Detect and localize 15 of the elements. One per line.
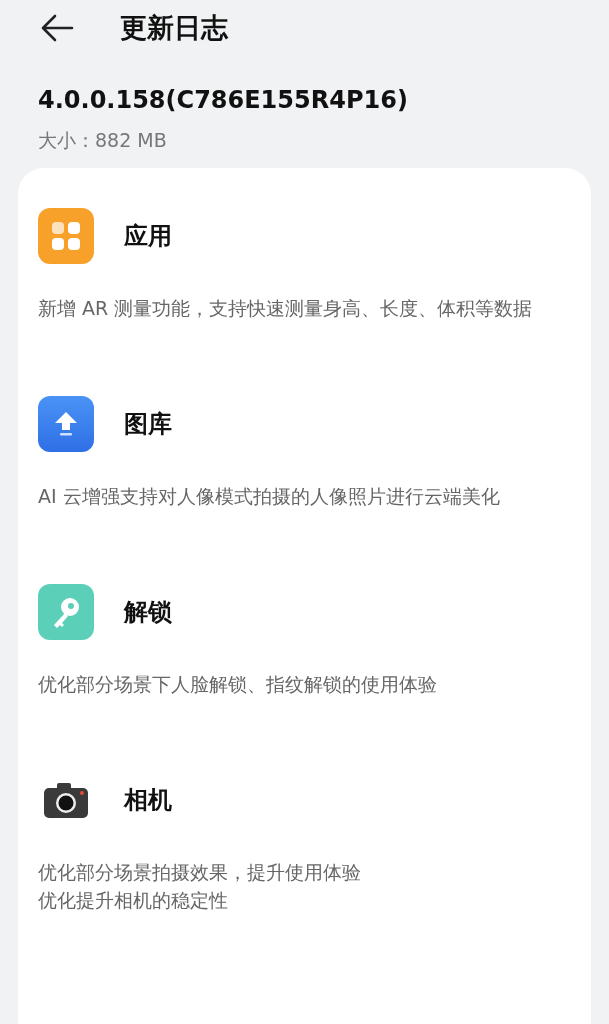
back-icon[interactable] xyxy=(40,14,74,42)
change-description: 优化提升相机的稳定性 xyxy=(38,888,229,913)
change-description: 优化部分场景下人脸解锁、指纹解锁的使用体验 xyxy=(38,672,438,697)
section-title: 相机 xyxy=(124,785,172,816)
section-title: 图库 xyxy=(124,409,172,440)
key-icon xyxy=(38,584,94,640)
app-grid-icon xyxy=(38,208,94,264)
section-title: 应用 xyxy=(124,221,172,252)
change-description: 优化部分场景拍摄效果，提升使用体验 xyxy=(38,860,362,885)
page-title: 更新日志 xyxy=(120,11,228,45)
version-number: 4.0.0.158(C786E155R4P16) xyxy=(38,86,409,114)
change-description: AI 云增强支持对人像模式拍摄的人像照片进行云端美化 xyxy=(38,484,501,509)
package-size: 大小：882 MB xyxy=(38,128,168,153)
change-description: 新增 AR 测量功能，支持快速测量身高、长度、体积等数据 xyxy=(38,296,534,321)
section-title: 解锁 xyxy=(124,597,172,628)
